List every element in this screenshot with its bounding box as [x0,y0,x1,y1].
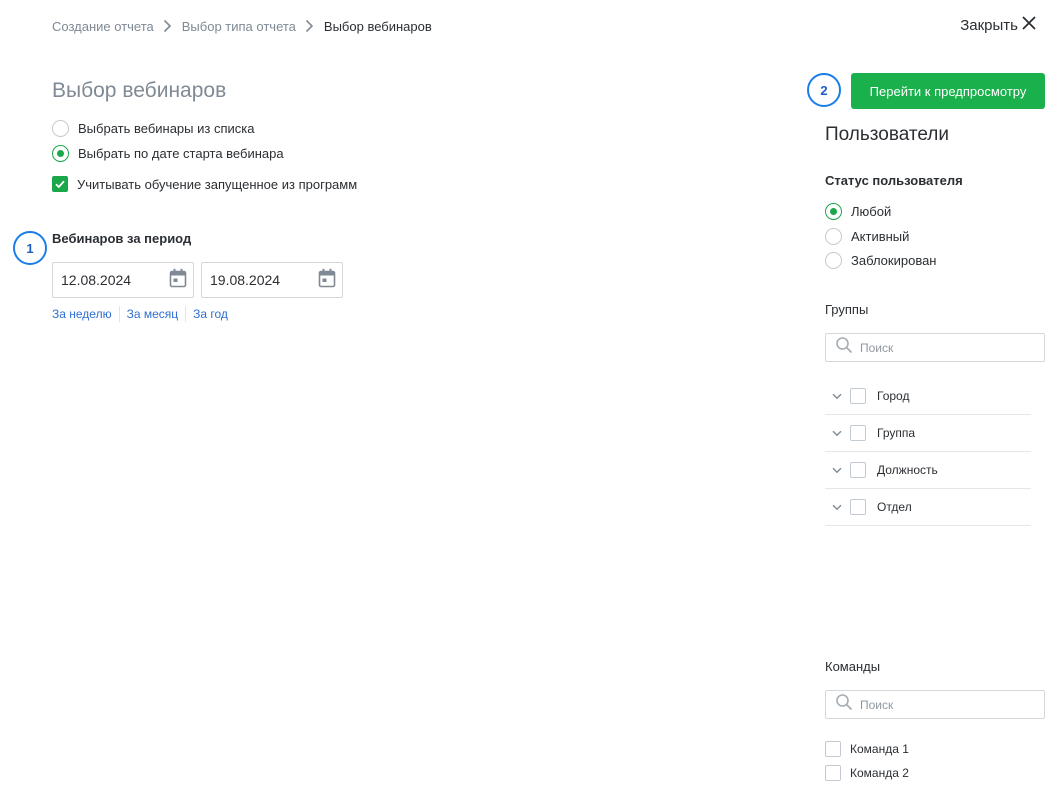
checkbox[interactable] [850,462,866,478]
group-row-city: Город [825,378,1031,415]
period-quick-links: За неделю За месяц За год [52,305,228,323]
date-from-value: 12.08.2024 [61,272,132,288]
close-button[interactable]: Закрыть [960,15,1036,35]
radio-button[interactable] [825,252,842,269]
groups-label: Группы [825,302,869,317]
radio-select-from-list[interactable]: Выбрать вебинары из списка [52,120,254,137]
checkbox[interactable] [825,741,841,757]
chevron-right-icon [157,17,179,35]
chevron-down-icon[interactable] [825,378,849,415]
chevron-right-icon [299,17,321,35]
search-icon [835,693,853,716]
step-badge-2: 2 [807,73,841,107]
team-row-1[interactable]: Команда 1 [825,741,909,757]
radio-label: Любой [851,204,892,219]
preview-button[interactable]: Перейти к предпросмотру [851,73,1045,109]
checkmark-icon [55,180,65,189]
close-icon [1022,15,1036,35]
radio-label: Выбрать по дате старта вебинара [78,146,284,161]
group-label: Должность [877,463,938,477]
calendar-icon[interactable] [169,268,187,293]
team-label: Команда 1 [850,742,909,756]
date-from-field[interactable]: 12.08.2024 [52,262,194,298]
status-blocked[interactable]: Заблокирован [825,252,936,269]
breadcrumb-item-report-type[interactable]: Выбор типа отчета [182,19,296,34]
group-label: Город [877,389,910,403]
step-badge-1: 1 [13,231,47,265]
close-label: Закрыть [960,16,1018,34]
user-status-label: Статус пользователя [825,173,963,188]
checkbox[interactable] [850,425,866,441]
divider [118,306,120,322]
team-label: Команда 2 [850,766,909,780]
group-row-department: Отдел [825,489,1031,526]
group-label: Отдел [877,500,912,514]
teams-label: Команды [825,659,881,674]
radio-button[interactable] [52,120,69,137]
chevron-down-icon[interactable] [825,452,849,489]
breadcrumb: Создание отчета Выбор типа отчета Выбор … [52,17,432,35]
checkbox[interactable] [850,499,866,515]
checkbox[interactable] [52,176,68,192]
radio-button[interactable] [52,145,69,162]
link-week[interactable]: За неделю [52,307,112,321]
radio-label: Активный [851,229,910,244]
link-year[interactable]: За год [193,307,228,321]
divider [185,306,187,322]
chevron-down-icon[interactable] [825,415,849,452]
group-row-group: Группа [825,415,1031,452]
teams-search-input[interactable] [860,697,1040,712]
radio-button[interactable] [825,203,842,220]
group-label: Группа [877,426,916,440]
search-icon [835,336,853,359]
page-title: Выбор вебинаров [52,79,227,102]
breadcrumb-item-webinars: Выбор вебинаров [323,18,432,34]
status-any[interactable]: Любой [825,203,891,220]
radio-button[interactable] [825,228,842,245]
groups-search-input[interactable] [860,340,1040,355]
group-row-position: Должность [825,452,1031,489]
users-title: Пользователи [825,124,950,145]
radio-label: Выбрать вебинары из списка [78,121,255,136]
groups-search-field[interactable] [825,333,1045,362]
breadcrumb-item-create-report[interactable]: Создание отчета [52,19,154,34]
include-programs-checkbox[interactable]: Учитывать обучение запущенное из програм… [52,176,357,192]
team-row-2[interactable]: Команда 2 [825,765,909,781]
checkbox[interactable] [850,388,866,404]
checkbox[interactable] [825,765,841,781]
chevron-down-icon[interactable] [825,489,849,526]
calendar-icon[interactable] [318,268,336,293]
date-to-value: 19.08.2024 [210,272,281,288]
status-active[interactable]: Активный [825,228,909,245]
radio-label: Заблокирован [851,253,937,268]
period-label: Вебинаров за период [52,231,192,246]
radio-select-by-date[interactable]: Выбрать по дате старта вебинара [52,145,284,162]
checkbox-label: Учитывать обучение запущенное из програм… [77,176,358,192]
teams-search-field[interactable] [825,690,1045,719]
date-to-field[interactable]: 19.08.2024 [201,262,343,298]
link-month[interactable]: За месяц [127,307,179,321]
